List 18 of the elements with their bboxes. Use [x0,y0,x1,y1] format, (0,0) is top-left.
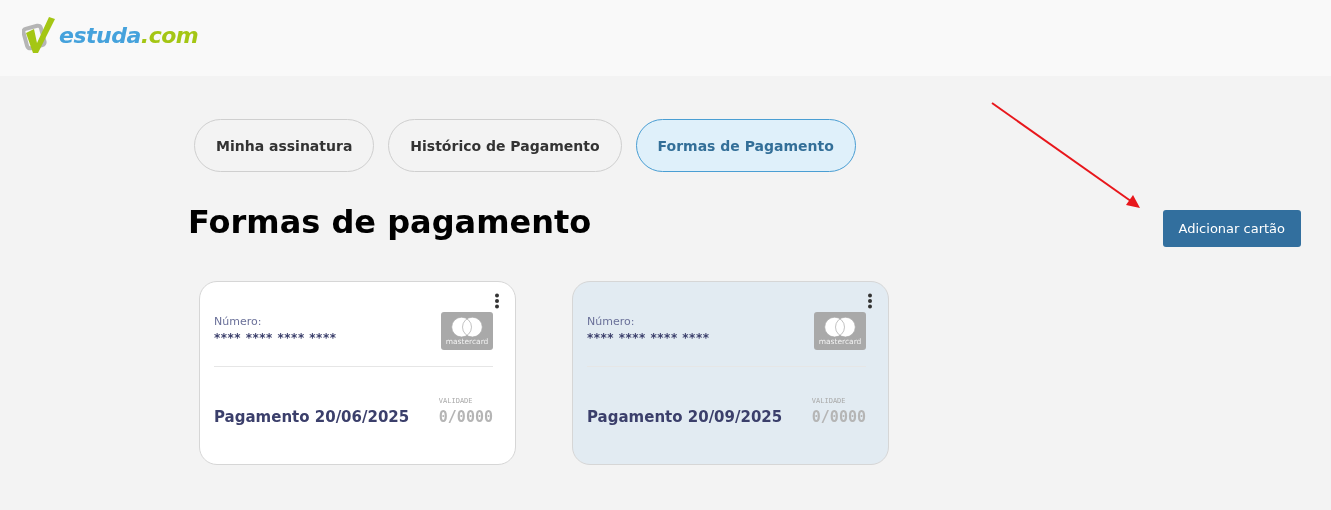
payment-date: Pagamento 20/09/2025 [587,408,783,426]
expiry-date: 0/0000 [811,408,866,426]
more-options-icon[interactable] [867,293,873,309]
card-number: **** **** **** **** [214,331,337,345]
expiry-date: 0/0000 [438,408,493,426]
checkmark-logo-icon [22,15,58,55]
number-label: Número: [214,315,263,328]
payment-date: Pagamento 20/06/2025 [214,408,410,426]
overlapping-circles-icon [449,316,485,340]
more-options-icon[interactable] [494,293,500,309]
tab[interactable]: Minha assinatura [194,119,375,172]
page-title: Formas de pagamento [188,202,592,241]
tab[interactable]: Histórico de Pagamento [388,119,622,172]
tab[interactable]: Formas de Pagamento [635,119,856,172]
card-number: **** **** **** **** [587,331,710,345]
add-card-button[interactable]: Adicionar cartão [1162,210,1301,247]
overlapping-circles-icon [822,316,858,340]
number-label: Número: [587,315,636,328]
